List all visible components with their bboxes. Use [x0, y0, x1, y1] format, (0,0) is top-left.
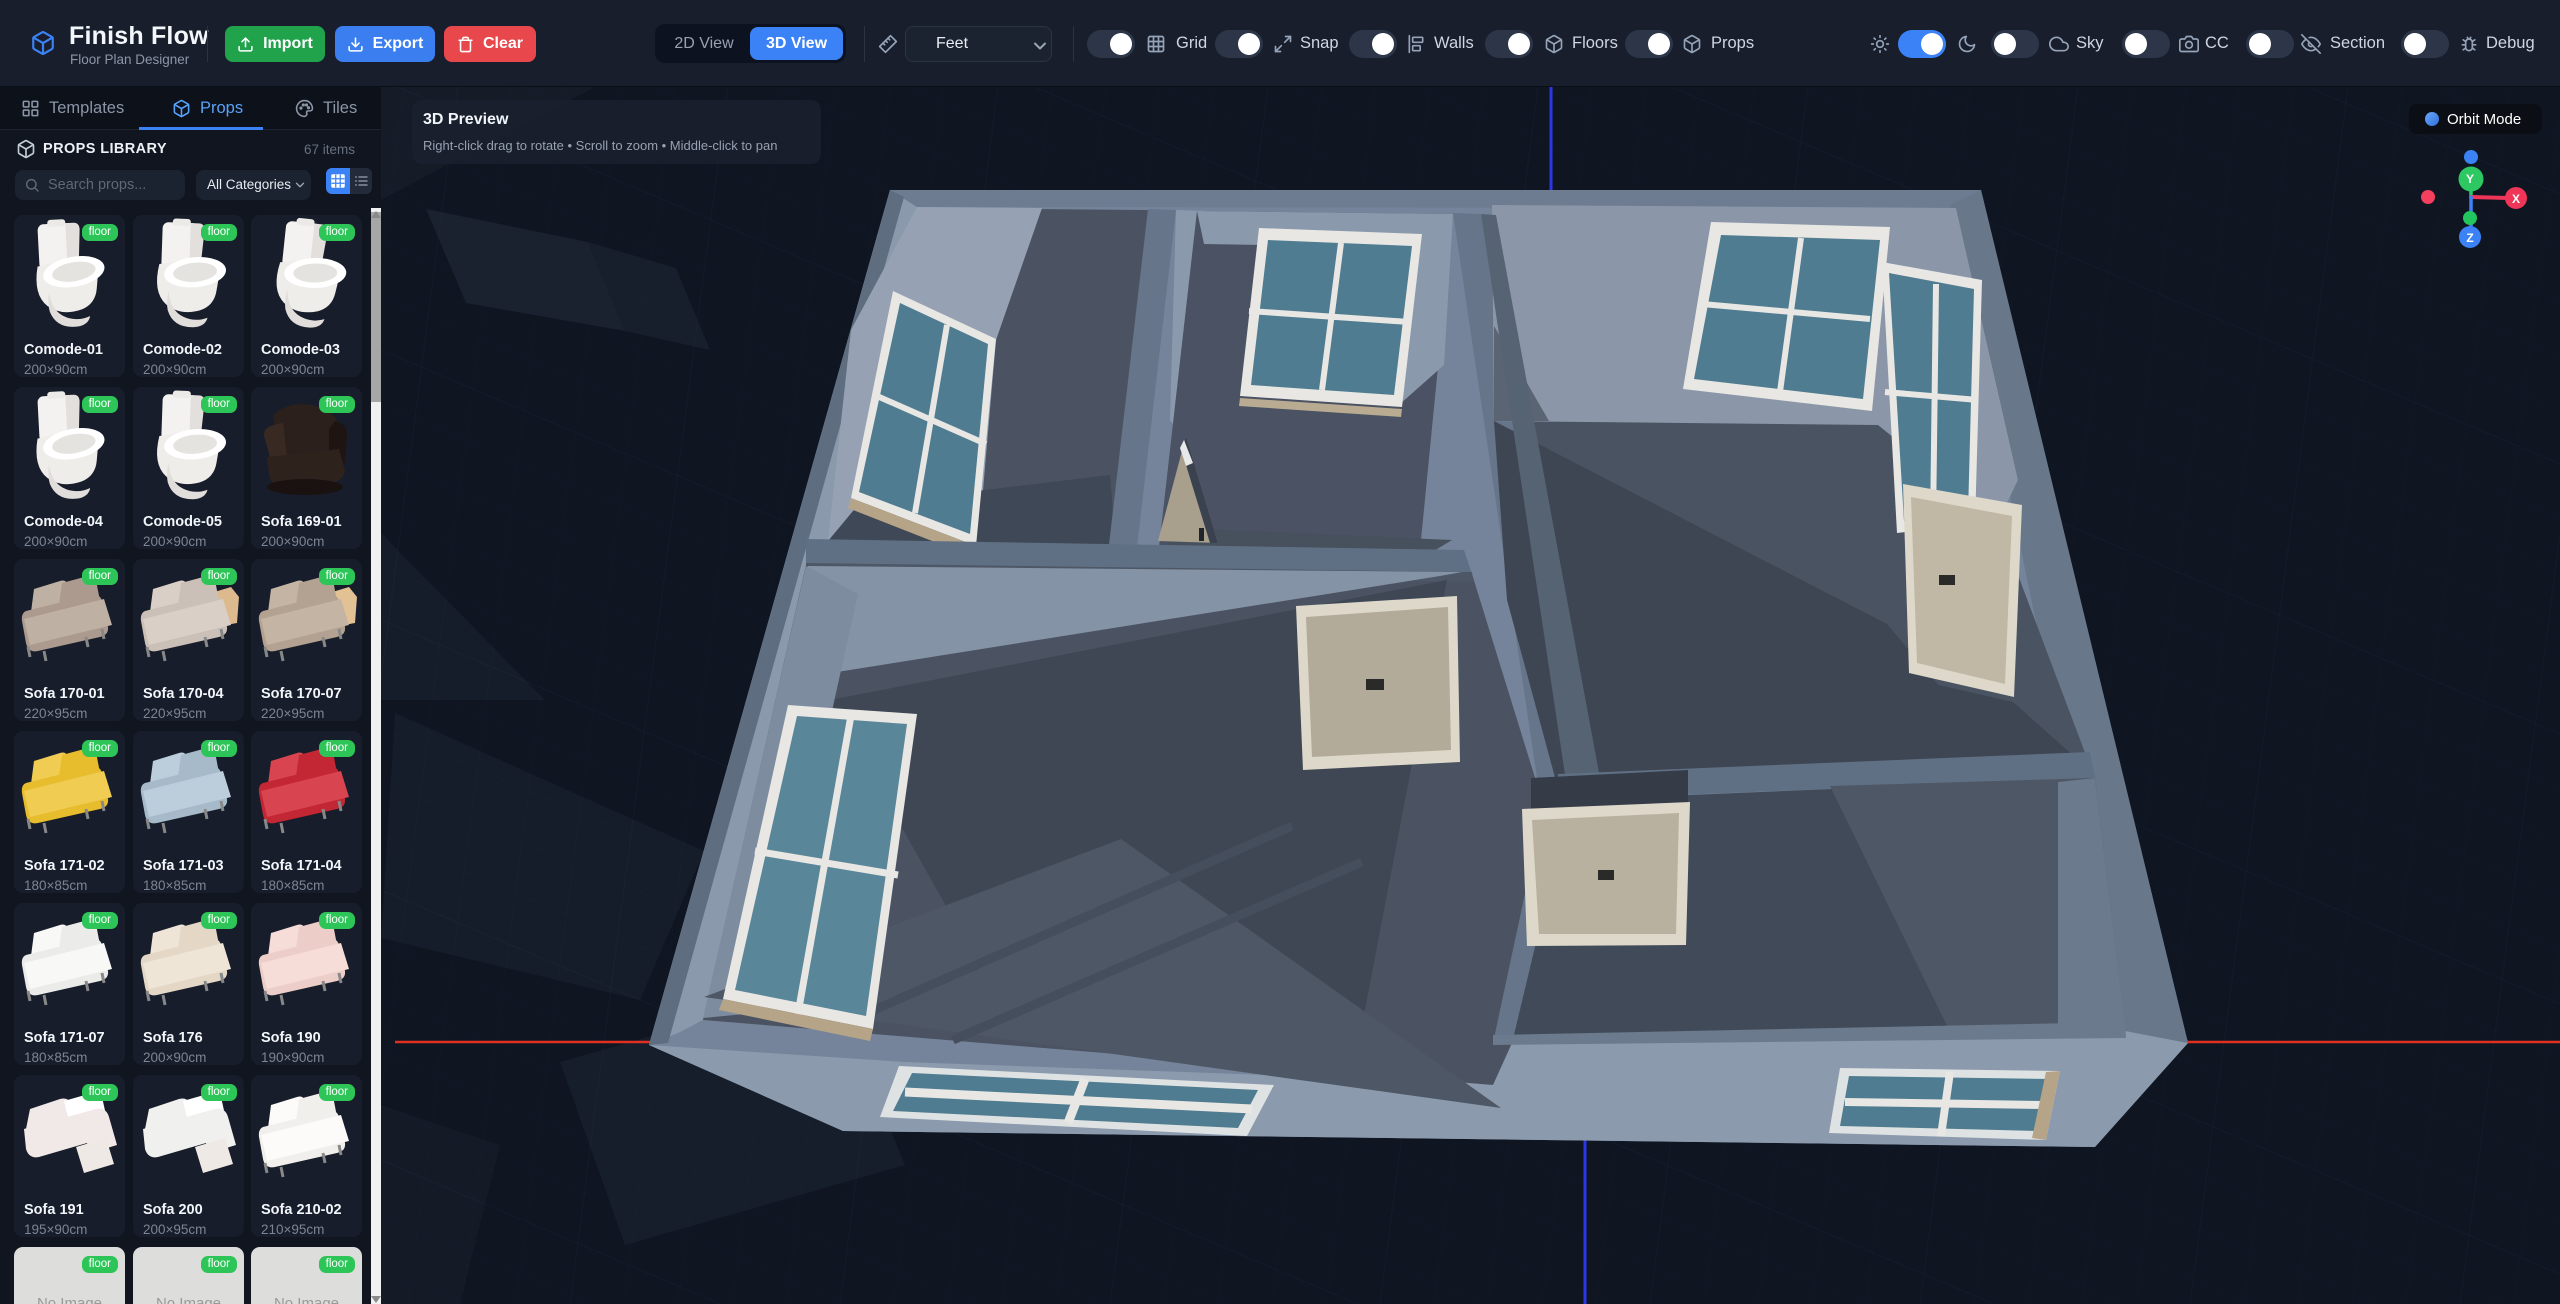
svg-text:X: X [2512, 192, 2520, 206]
svg-text:Z: Z [2466, 231, 2473, 245]
svg-text:Y: Y [2466, 172, 2474, 186]
